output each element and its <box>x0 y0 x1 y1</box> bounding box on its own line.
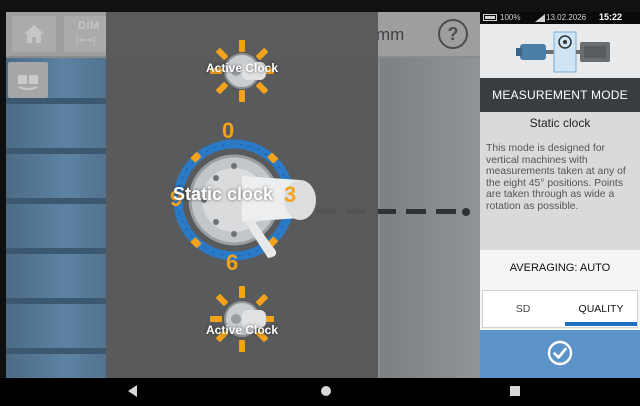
active-clock-option-top[interactable]: Active Clock <box>194 34 290 106</box>
navigation-bar <box>0 378 640 406</box>
averaging-setting[interactable]: AVERAGING: AUTO <box>480 262 640 274</box>
mode-description-text: This mode is designed for vertical machi… <box>486 143 626 212</box>
back-icon[interactable] <box>128 385 137 397</box>
background-machine-right <box>380 58 480 378</box>
check-circle-icon <box>547 340 573 366</box>
sd-quality-toggle: SD QUALITY <box>482 290 638 328</box>
active-clock-icon <box>210 286 274 352</box>
static-clock-label: Static clock <box>172 184 274 204</box>
recent-apps-icon[interactable] <box>510 386 520 396</box>
selected-mode-title: Static clock <box>529 116 591 130</box>
home-icon <box>24 25 44 43</box>
active-clock-option-bottom[interactable]: Active Clock <box>194 284 290 356</box>
dim-arrow-icon: |⟷| <box>76 35 96 46</box>
battery-icon <box>483 14 497 21</box>
machine-thumbnail <box>480 24 640 86</box>
mode-selector-overlay: Active Clock 0 3 6 9 Static clock Active… <box>106 12 378 378</box>
home-nav-icon[interactable] <box>321 386 331 396</box>
toggle-selected-indicator <box>565 322 637 326</box>
active-clock-label-bottom: Active Clock <box>205 323 279 337</box>
tablet-screen: DIM |⟷| M mm ? <box>0 0 640 406</box>
clock-number-0: 0 <box>222 118 235 143</box>
panel-header: MEASUREMENT MODE <box>480 78 640 112</box>
status-bar: 100% 13.02.2026 15:22 <box>480 12 640 24</box>
toggle-sd[interactable]: SD <box>483 291 563 327</box>
battery-level: 100% <box>500 13 521 22</box>
background-machine-left <box>6 58 106 378</box>
help-button[interactable]: ? <box>438 19 468 49</box>
shaft-end-dot <box>462 208 470 216</box>
machines-icon <box>18 75 38 90</box>
clock-number-3: 3 <box>284 182 297 207</box>
status-time: 15:22 <box>599 12 623 22</box>
dim-label: DIM <box>78 20 100 32</box>
status-date: 13.02.2026 <box>546 13 587 22</box>
machine-train-icon <box>516 31 610 73</box>
home-button[interactable] <box>12 16 56 52</box>
measurement-mode-panel: 100% 13.02.2026 15:22 MEASUREMENT MODE S… <box>480 12 640 378</box>
unit-label: mm <box>376 25 405 44</box>
active-clock-label-top: Active Clock <box>205 61 279 75</box>
static-clock-option[interactable]: 0 3 6 9 Static clock <box>170 118 332 278</box>
confirm-button[interactable] <box>480 330 640 378</box>
top-frame <box>0 0 640 12</box>
signal-icon <box>535 14 545 22</box>
clock-number-6: 6 <box>226 250 239 275</box>
machine-view-button[interactable] <box>8 62 48 98</box>
